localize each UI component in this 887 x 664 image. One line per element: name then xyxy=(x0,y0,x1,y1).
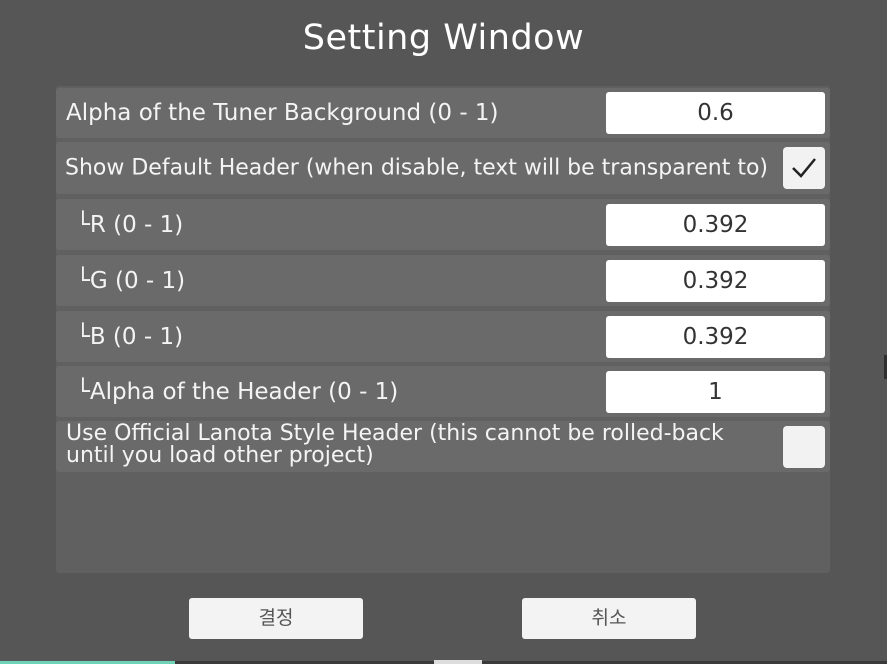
tuner-alpha-label: Alpha of the Tuner Background (0 - 1) xyxy=(66,100,499,126)
header-alpha-label: └Alpha of the Header (0 - 1) xyxy=(76,378,399,405)
official-lanota-label: Use Official Lanota Style Header (this c… xyxy=(66,423,724,467)
bottom-tab xyxy=(434,660,482,664)
window-title: Setting Window xyxy=(302,18,585,58)
row-header-alpha: └Alpha of the Header (0 - 1) 1 xyxy=(56,366,830,417)
show-default-header-label: Show Default Header (when disable, text … xyxy=(65,155,769,181)
official-lanota-checkbox[interactable] xyxy=(783,425,825,468)
row-tuner-alpha: Alpha of the Tuner Background (0 - 1) 0.… xyxy=(56,88,830,138)
row-header-b: └B (0 - 1) 0.392 xyxy=(56,311,830,362)
row-official-lanota: Use Official Lanota Style Header (this c… xyxy=(56,421,830,472)
header-alpha-input[interactable]: 1 xyxy=(606,370,825,413)
settings-window: Setting Window Alpha of the Tuner Backgr… xyxy=(0,0,887,664)
header-b-label: └B (0 - 1) xyxy=(76,323,184,350)
header-b-input[interactable]: 0.392 xyxy=(606,315,825,358)
official-lanota-label-line2: until you load other project) xyxy=(66,443,374,468)
header-r-input[interactable]: 0.392 xyxy=(606,203,825,246)
tuner-alpha-input[interactable]: 0.6 xyxy=(606,92,825,134)
header-g-label: └G (0 - 1) xyxy=(76,267,186,294)
check-icon xyxy=(792,158,816,178)
row-header-r: └R (0 - 1) 0.392 xyxy=(56,199,830,250)
header-r-label: └R (0 - 1) xyxy=(76,211,184,238)
row-header-g: └G (0 - 1) 0.392 xyxy=(56,255,830,306)
row-show-default-header: Show Default Header (when disable, text … xyxy=(56,142,830,194)
show-default-header-checkbox[interactable] xyxy=(783,147,825,189)
confirm-button[interactable]: 결정 xyxy=(189,598,363,639)
official-lanota-label-line1: Use Official Lanota Style Header (this c… xyxy=(66,421,724,446)
cancel-button[interactable]: 취소 xyxy=(522,598,696,639)
header-g-input[interactable]: 0.392 xyxy=(606,259,825,302)
